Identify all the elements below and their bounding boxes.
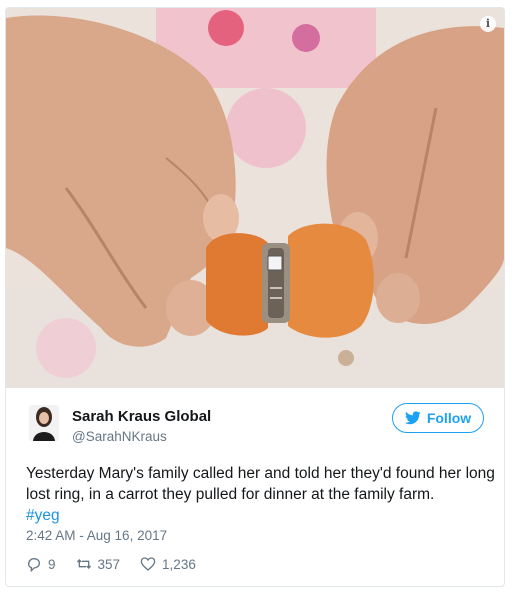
retweet-icon — [76, 559, 91, 569]
tweet-timestamp[interactable]: 2:42 AM - Aug 16, 2017 — [26, 528, 167, 543]
reply-action[interactable]: 9 — [26, 556, 56, 572]
follow-button[interactable]: Follow — [392, 403, 484, 433]
like-action[interactable]: 1,236 — [140, 556, 196, 572]
like-count: 1,236 — [162, 556, 196, 572]
tweet-body: Sarah Kraus Global @SarahNKraus Follow Y… — [6, 388, 504, 586]
retweet-action[interactable]: 357 — [76, 556, 121, 572]
tweet-text: Yesterday Mary's family called her and t… — [26, 463, 496, 526]
photo-illustration — [6, 8, 504, 388]
tweet-text-body: Yesterday Mary's family called her and t… — [26, 465, 495, 503]
author-name[interactable]: Sarah Kraus Global — [72, 408, 211, 425]
tweet-photo[interactable]: i — [6, 8, 504, 388]
follow-label: Follow — [426, 410, 472, 426]
tweet-card: i Sarah Kraus Global @SarahNKraus Follow… — [5, 7, 505, 587]
avatar[interactable] — [29, 405, 59, 441]
reply-count: 9 — [48, 556, 56, 572]
reply-icon — [27, 557, 41, 572]
info-icon[interactable]: i — [480, 16, 496, 32]
hashtag-link[interactable]: #yeg — [26, 505, 496, 526]
twitter-bird-icon — [404, 411, 421, 425]
heart-icon — [140, 557, 156, 571]
author-handle[interactable]: @SarahNKraus — [72, 429, 167, 444]
avatar-image — [29, 405, 59, 441]
retweet-count: 357 — [97, 556, 121, 572]
tweet-actions: 9 357 1,236 — [26, 556, 216, 572]
